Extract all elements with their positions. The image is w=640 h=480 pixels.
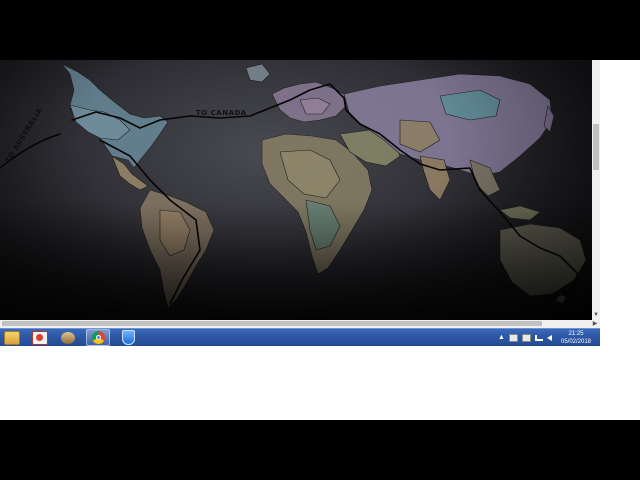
horizontal-scroll-thumb[interactable]: [2, 321, 542, 326]
system-tray: ▲: [498, 329, 552, 346]
volume-icon[interactable]: [546, 334, 552, 341]
taskbar-clock[interactable]: 21:25 05/02/2018: [556, 330, 596, 346]
taskbar-chrome-button[interactable]: [86, 329, 110, 346]
scroll-right-arrow-icon[interactable]: ▶: [590, 320, 600, 328]
network-icon[interactable]: [534, 334, 543, 341]
clock-time: 21:25: [568, 331, 584, 337]
blank-right-area: [600, 60, 640, 346]
scroll-down-arrow-icon[interactable]: ▼: [592, 310, 600, 320]
vertical-scroll-thumb[interactable]: [593, 124, 599, 170]
top-letterbox: [0, 0, 640, 60]
media-player-icon: [32, 330, 48, 345]
device-icon[interactable]: [521, 333, 531, 342]
taskbar: ▲ 21:25 05/02/2018: [0, 328, 600, 346]
bottom-letterbox: [0, 420, 640, 480]
world-map-graphic: [0, 63, 587, 309]
show-hidden-icons-button[interactable]: ▲: [498, 329, 505, 346]
taskbar-media-player-button[interactable]: [28, 329, 52, 346]
vertical-scrollbar[interactable]: ▼: [592, 60, 600, 320]
horizontal-scrollbar[interactable]: ▶: [0, 320, 600, 328]
blank-lower-area: [0, 346, 640, 420]
action-center-flag-icon[interactable]: [508, 333, 518, 342]
world-map-image[interactable]: TO CANADA TO AUSTRALIA: [0, 60, 592, 320]
taskbar-security-button[interactable]: [116, 329, 140, 346]
chrome-icon: [91, 331, 105, 344]
shield-icon: [121, 330, 135, 345]
taskbar-gimp-button[interactable]: [56, 329, 80, 346]
route-label-canada: TO CANADA: [196, 109, 247, 117]
clock-date: 05/02/2018: [560, 339, 592, 345]
gimp-icon: [61, 331, 75, 344]
folder-icon: [4, 330, 20, 345]
taskbar-explorer-button[interactable]: [0, 329, 24, 346]
